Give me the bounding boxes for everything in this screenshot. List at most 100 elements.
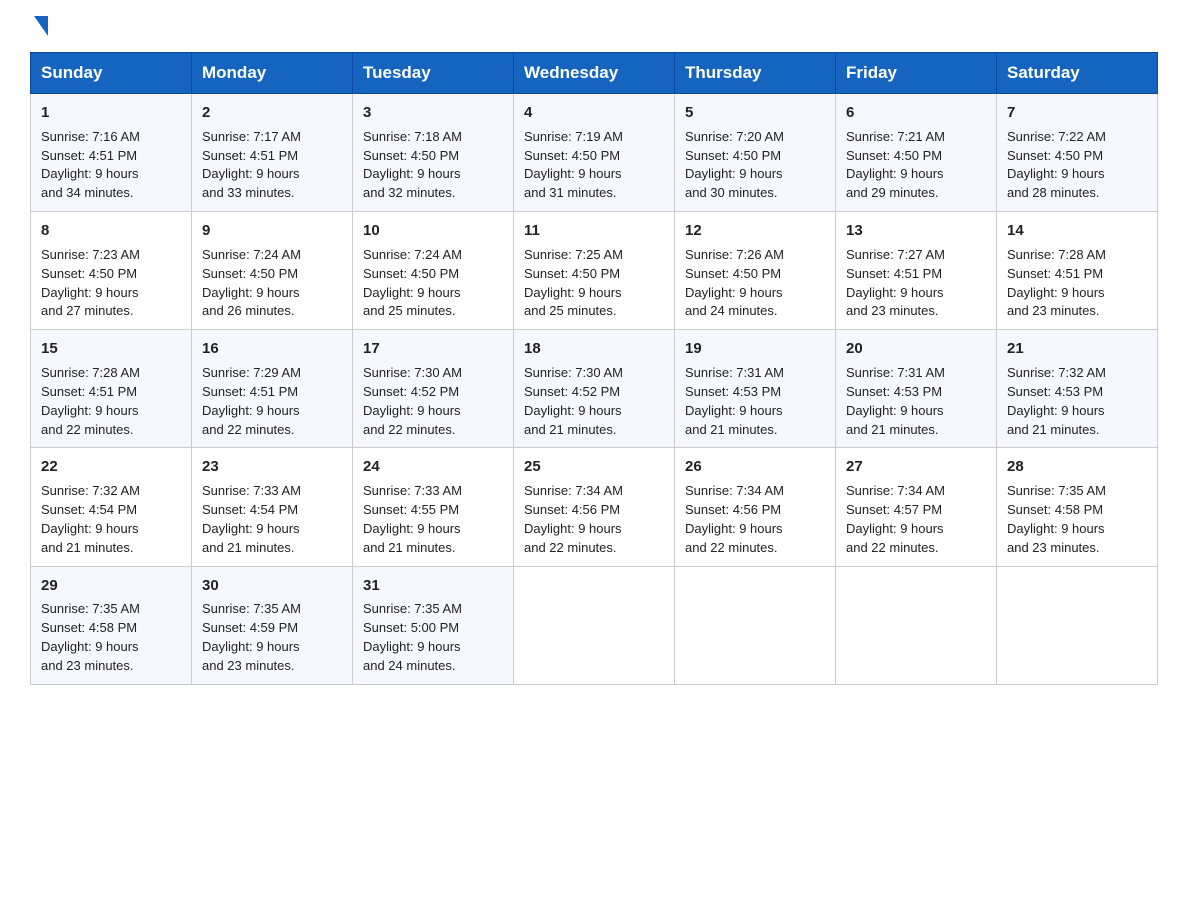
day-number: 17 xyxy=(363,338,503,360)
day-details: Sunrise: 7:28 AMSunset: 4:51 PMDaylight:… xyxy=(1007,246,1147,321)
day-details: Sunrise: 7:35 AMSunset: 5:00 PMDaylight:… xyxy=(363,600,503,675)
day-number: 23 xyxy=(202,456,342,478)
day-number: 1 xyxy=(41,102,181,124)
day-details: Sunrise: 7:20 AMSunset: 4:50 PMDaylight:… xyxy=(685,128,825,203)
calendar-cell: 4 Sunrise: 7:19 AMSunset: 4:50 PMDayligh… xyxy=(514,94,675,212)
day-number: 24 xyxy=(363,456,503,478)
day-header-thursday: Thursday xyxy=(675,53,836,94)
day-details: Sunrise: 7:33 AMSunset: 4:54 PMDaylight:… xyxy=(202,482,342,557)
day-header-wednesday: Wednesday xyxy=(514,53,675,94)
calendar-cell: 24 Sunrise: 7:33 AMSunset: 4:55 PMDaylig… xyxy=(353,448,514,566)
calendar-cell: 3 Sunrise: 7:18 AMSunset: 4:50 PMDayligh… xyxy=(353,94,514,212)
calendar-cell: 6 Sunrise: 7:21 AMSunset: 4:50 PMDayligh… xyxy=(836,94,997,212)
day-header-friday: Friday xyxy=(836,53,997,94)
day-number: 14 xyxy=(1007,220,1147,242)
calendar-cell: 1 Sunrise: 7:16 AMSunset: 4:51 PMDayligh… xyxy=(31,94,192,212)
calendar-cell: 22 Sunrise: 7:32 AMSunset: 4:54 PMDaylig… xyxy=(31,448,192,566)
calendar-cell: 15 Sunrise: 7:28 AMSunset: 4:51 PMDaylig… xyxy=(31,330,192,448)
day-details: Sunrise: 7:27 AMSunset: 4:51 PMDaylight:… xyxy=(846,246,986,321)
day-number: 15 xyxy=(41,338,181,360)
day-number: 22 xyxy=(41,456,181,478)
calendar-header-row: SundayMondayTuesdayWednesdayThursdayFrid… xyxy=(31,53,1158,94)
day-number: 11 xyxy=(524,220,664,242)
calendar-cell: 12 Sunrise: 7:26 AMSunset: 4:50 PMDaylig… xyxy=(675,212,836,330)
calendar-cell: 30 Sunrise: 7:35 AMSunset: 4:59 PMDaylig… xyxy=(192,566,353,684)
day-number: 20 xyxy=(846,338,986,360)
day-details: Sunrise: 7:16 AMSunset: 4:51 PMDaylight:… xyxy=(41,128,181,203)
calendar-cell: 20 Sunrise: 7:31 AMSunset: 4:53 PMDaylig… xyxy=(836,330,997,448)
day-details: Sunrise: 7:30 AMSunset: 4:52 PMDaylight:… xyxy=(524,364,664,439)
day-header-tuesday: Tuesday xyxy=(353,53,514,94)
day-details: Sunrise: 7:19 AMSunset: 4:50 PMDaylight:… xyxy=(524,128,664,203)
day-details: Sunrise: 7:32 AMSunset: 4:53 PMDaylight:… xyxy=(1007,364,1147,439)
day-details: Sunrise: 7:34 AMSunset: 4:56 PMDaylight:… xyxy=(524,482,664,557)
calendar-cell: 5 Sunrise: 7:20 AMSunset: 4:50 PMDayligh… xyxy=(675,94,836,212)
day-details: Sunrise: 7:31 AMSunset: 4:53 PMDaylight:… xyxy=(685,364,825,439)
day-number: 30 xyxy=(202,575,342,597)
calendar-cell xyxy=(836,566,997,684)
calendar-cell: 7 Sunrise: 7:22 AMSunset: 4:50 PMDayligh… xyxy=(997,94,1158,212)
calendar-table: SundayMondayTuesdayWednesdayThursdayFrid… xyxy=(30,52,1158,685)
day-details: Sunrise: 7:24 AMSunset: 4:50 PMDaylight:… xyxy=(363,246,503,321)
day-details: Sunrise: 7:30 AMSunset: 4:52 PMDaylight:… xyxy=(363,364,503,439)
day-number: 10 xyxy=(363,220,503,242)
day-number: 12 xyxy=(685,220,825,242)
day-number: 9 xyxy=(202,220,342,242)
calendar-cell: 8 Sunrise: 7:23 AMSunset: 4:50 PMDayligh… xyxy=(31,212,192,330)
day-number: 31 xyxy=(363,575,503,597)
calendar-week-1: 1 Sunrise: 7:16 AMSunset: 4:51 PMDayligh… xyxy=(31,94,1158,212)
day-details: Sunrise: 7:26 AMSunset: 4:50 PMDaylight:… xyxy=(685,246,825,321)
calendar-cell: 28 Sunrise: 7:35 AMSunset: 4:58 PMDaylig… xyxy=(997,448,1158,566)
day-details: Sunrise: 7:18 AMSunset: 4:50 PMDaylight:… xyxy=(363,128,503,203)
calendar-cell: 26 Sunrise: 7:34 AMSunset: 4:56 PMDaylig… xyxy=(675,448,836,566)
page-header xyxy=(30,20,1158,36)
calendar-cell xyxy=(997,566,1158,684)
calendar-week-5: 29 Sunrise: 7:35 AMSunset: 4:58 PMDaylig… xyxy=(31,566,1158,684)
day-header-sunday: Sunday xyxy=(31,53,192,94)
day-details: Sunrise: 7:32 AMSunset: 4:54 PMDaylight:… xyxy=(41,482,181,557)
day-number: 21 xyxy=(1007,338,1147,360)
day-number: 7 xyxy=(1007,102,1147,124)
day-number: 13 xyxy=(846,220,986,242)
day-number: 25 xyxy=(524,456,664,478)
calendar-cell: 25 Sunrise: 7:34 AMSunset: 4:56 PMDaylig… xyxy=(514,448,675,566)
day-details: Sunrise: 7:24 AMSunset: 4:50 PMDaylight:… xyxy=(202,246,342,321)
calendar-week-2: 8 Sunrise: 7:23 AMSunset: 4:50 PMDayligh… xyxy=(31,212,1158,330)
calendar-cell: 21 Sunrise: 7:32 AMSunset: 4:53 PMDaylig… xyxy=(997,330,1158,448)
day-number: 27 xyxy=(846,456,986,478)
calendar-cell: 31 Sunrise: 7:35 AMSunset: 5:00 PMDaylig… xyxy=(353,566,514,684)
day-number: 28 xyxy=(1007,456,1147,478)
day-number: 19 xyxy=(685,338,825,360)
day-details: Sunrise: 7:22 AMSunset: 4:50 PMDaylight:… xyxy=(1007,128,1147,203)
day-details: Sunrise: 7:35 AMSunset: 4:58 PMDaylight:… xyxy=(1007,482,1147,557)
day-details: Sunrise: 7:17 AMSunset: 4:51 PMDaylight:… xyxy=(202,128,342,203)
calendar-cell: 18 Sunrise: 7:30 AMSunset: 4:52 PMDaylig… xyxy=(514,330,675,448)
day-number: 26 xyxy=(685,456,825,478)
day-number: 18 xyxy=(524,338,664,360)
day-details: Sunrise: 7:23 AMSunset: 4:50 PMDaylight:… xyxy=(41,246,181,321)
day-details: Sunrise: 7:31 AMSunset: 4:53 PMDaylight:… xyxy=(846,364,986,439)
day-number: 5 xyxy=(685,102,825,124)
day-details: Sunrise: 7:33 AMSunset: 4:55 PMDaylight:… xyxy=(363,482,503,557)
calendar-cell: 29 Sunrise: 7:35 AMSunset: 4:58 PMDaylig… xyxy=(31,566,192,684)
calendar-cell: 19 Sunrise: 7:31 AMSunset: 4:53 PMDaylig… xyxy=(675,330,836,448)
calendar-week-4: 22 Sunrise: 7:32 AMSunset: 4:54 PMDaylig… xyxy=(31,448,1158,566)
day-header-saturday: Saturday xyxy=(997,53,1158,94)
logo xyxy=(30,20,48,36)
day-number: 3 xyxy=(363,102,503,124)
logo-triangle-icon xyxy=(34,16,48,36)
day-details: Sunrise: 7:28 AMSunset: 4:51 PMDaylight:… xyxy=(41,364,181,439)
day-number: 16 xyxy=(202,338,342,360)
calendar-cell: 17 Sunrise: 7:30 AMSunset: 4:52 PMDaylig… xyxy=(353,330,514,448)
calendar-cell: 14 Sunrise: 7:28 AMSunset: 4:51 PMDaylig… xyxy=(997,212,1158,330)
day-details: Sunrise: 7:34 AMSunset: 4:56 PMDaylight:… xyxy=(685,482,825,557)
calendar-cell: 11 Sunrise: 7:25 AMSunset: 4:50 PMDaylig… xyxy=(514,212,675,330)
day-details: Sunrise: 7:35 AMSunset: 4:58 PMDaylight:… xyxy=(41,600,181,675)
calendar-cell: 10 Sunrise: 7:24 AMSunset: 4:50 PMDaylig… xyxy=(353,212,514,330)
calendar-cell xyxy=(675,566,836,684)
calendar-cell: 2 Sunrise: 7:17 AMSunset: 4:51 PMDayligh… xyxy=(192,94,353,212)
day-details: Sunrise: 7:34 AMSunset: 4:57 PMDaylight:… xyxy=(846,482,986,557)
calendar-cell xyxy=(514,566,675,684)
day-details: Sunrise: 7:35 AMSunset: 4:59 PMDaylight:… xyxy=(202,600,342,675)
calendar-cell: 13 Sunrise: 7:27 AMSunset: 4:51 PMDaylig… xyxy=(836,212,997,330)
